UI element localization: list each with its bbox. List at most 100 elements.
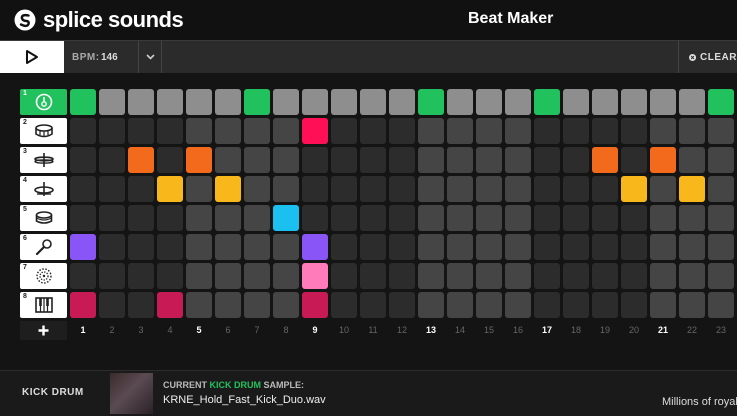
step-cell[interactable] xyxy=(331,118,357,144)
step-cell[interactable] xyxy=(563,205,589,231)
step-cell[interactable] xyxy=(708,292,734,318)
step-cell[interactable] xyxy=(621,176,647,202)
sample-album-art[interactable] xyxy=(110,373,153,414)
step-cell[interactable] xyxy=(99,118,125,144)
step-cell[interactable] xyxy=(418,234,444,260)
step-cell[interactable] xyxy=(128,147,154,173)
step-cell[interactable] xyxy=(418,89,444,115)
step-cell[interactable] xyxy=(215,205,241,231)
step-cell[interactable] xyxy=(331,263,357,289)
step-cell[interactable] xyxy=(563,263,589,289)
instrument-cymbal[interactable]: 4 xyxy=(20,176,67,202)
step-cell[interactable] xyxy=(331,205,357,231)
step-cell[interactable] xyxy=(476,118,502,144)
step-cell[interactable] xyxy=(157,118,183,144)
step-cell[interactable] xyxy=(128,118,154,144)
step-cell[interactable] xyxy=(70,263,96,289)
step-cell[interactable] xyxy=(128,263,154,289)
step-cell[interactable] xyxy=(302,234,328,260)
clear-button[interactable]: CLEAR xyxy=(678,41,737,73)
step-cell[interactable] xyxy=(563,118,589,144)
step-cell[interactable] xyxy=(70,147,96,173)
step-cell[interactable] xyxy=(389,147,415,173)
step-cell[interactable] xyxy=(331,176,357,202)
step-cell[interactable] xyxy=(708,176,734,202)
step-cell[interactable] xyxy=(708,234,734,260)
step-cell[interactable] xyxy=(157,147,183,173)
step-cell[interactable] xyxy=(505,147,531,173)
step-cell[interactable] xyxy=(592,263,618,289)
step-cell[interactable] xyxy=(99,234,125,260)
step-cell[interactable] xyxy=(592,176,618,202)
instrument-snare[interactable]: 2 xyxy=(20,118,67,144)
step-cell[interactable] xyxy=(650,263,676,289)
step-cell[interactable] xyxy=(679,176,705,202)
step-cell[interactable] xyxy=(534,234,560,260)
step-cell[interactable] xyxy=(476,89,502,115)
step-cell[interactable] xyxy=(418,292,444,318)
step-cell[interactable] xyxy=(99,89,125,115)
step-cell[interactable] xyxy=(534,176,560,202)
step-cell[interactable] xyxy=(563,176,589,202)
step-cell[interactable] xyxy=(186,147,212,173)
step-cell[interactable] xyxy=(244,89,270,115)
step-cell[interactable] xyxy=(157,234,183,260)
step-cell[interactable] xyxy=(621,205,647,231)
step-cell[interactable] xyxy=(534,292,560,318)
step-cell[interactable] xyxy=(505,176,531,202)
step-cell[interactable] xyxy=(621,263,647,289)
step-cell[interactable] xyxy=(302,118,328,144)
step-cell[interactable] xyxy=(389,234,415,260)
step-cell[interactable] xyxy=(244,205,270,231)
step-cell[interactable] xyxy=(563,89,589,115)
add-instrument-button[interactable] xyxy=(20,321,67,340)
step-cell[interactable] xyxy=(708,147,734,173)
step-cell[interactable] xyxy=(679,89,705,115)
step-cell[interactable] xyxy=(273,263,299,289)
step-cell[interactable] xyxy=(273,234,299,260)
step-cell[interactable] xyxy=(592,89,618,115)
step-cell[interactable] xyxy=(215,292,241,318)
step-cell[interactable] xyxy=(128,89,154,115)
step-cell[interactable] xyxy=(650,89,676,115)
step-cell[interactable] xyxy=(708,205,734,231)
instrument-microphone[interactable]: 6 xyxy=(20,234,67,260)
step-cell[interactable] xyxy=(186,292,212,318)
step-cell[interactable] xyxy=(360,147,386,173)
step-cell[interactable] xyxy=(70,292,96,318)
step-cell[interactable] xyxy=(302,292,328,318)
instrument-tom[interactable]: 5 xyxy=(20,205,67,231)
step-cell[interactable] xyxy=(302,176,328,202)
step-cell[interactable] xyxy=(186,89,212,115)
step-cell[interactable] xyxy=(505,263,531,289)
step-cell[interactable] xyxy=(621,118,647,144)
step-cell[interactable] xyxy=(186,205,212,231)
step-cell[interactable] xyxy=(447,89,473,115)
step-cell[interactable] xyxy=(128,234,154,260)
step-cell[interactable] xyxy=(534,205,560,231)
step-cell[interactable] xyxy=(650,118,676,144)
step-cell[interactable] xyxy=(476,176,502,202)
step-cell[interactable] xyxy=(447,234,473,260)
step-cell[interactable] xyxy=(650,147,676,173)
step-cell[interactable] xyxy=(505,205,531,231)
step-cell[interactable] xyxy=(418,147,444,173)
step-cell[interactable] xyxy=(592,118,618,144)
step-cell[interactable] xyxy=(157,89,183,115)
step-cell[interactable] xyxy=(476,147,502,173)
step-cell[interactable] xyxy=(563,147,589,173)
step-cell[interactable] xyxy=(679,234,705,260)
play-button[interactable] xyxy=(0,41,64,73)
instrument-keys[interactable]: 8 xyxy=(20,292,67,318)
step-cell[interactable] xyxy=(476,263,502,289)
step-cell[interactable] xyxy=(592,292,618,318)
step-cell[interactable] xyxy=(679,263,705,289)
step-cell[interactable] xyxy=(273,147,299,173)
step-cell[interactable] xyxy=(186,176,212,202)
step-cell[interactable] xyxy=(389,176,415,202)
step-cell[interactable] xyxy=(99,292,125,318)
sample-name[interactable]: KRNE_Hold_Fast_Kick_Duo.wav xyxy=(163,394,326,406)
step-cell[interactable] xyxy=(534,147,560,173)
step-cell[interactable] xyxy=(679,147,705,173)
step-cell[interactable] xyxy=(331,234,357,260)
